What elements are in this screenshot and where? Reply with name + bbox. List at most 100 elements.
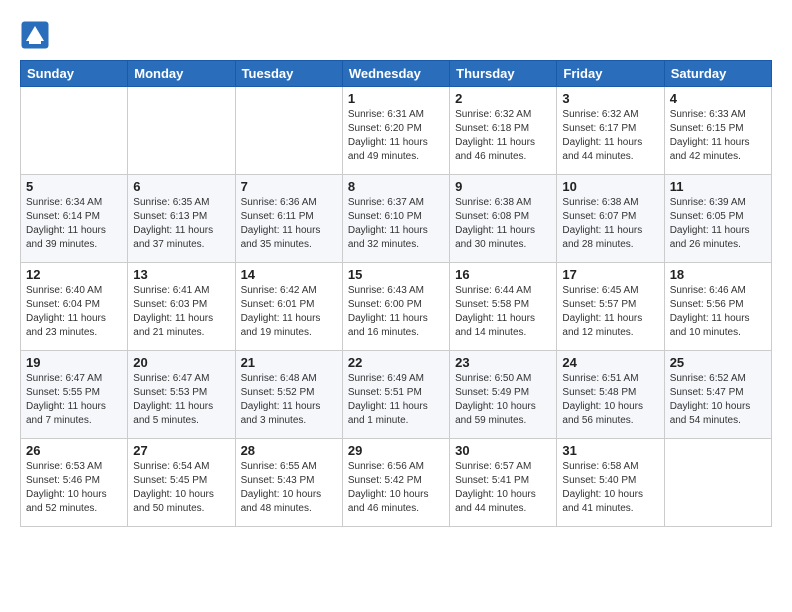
day-number: 16 xyxy=(455,267,551,282)
day-number: 14 xyxy=(241,267,337,282)
weekday-header-tuesday: Tuesday xyxy=(235,61,342,87)
calendar-cell xyxy=(235,87,342,175)
day-info: Sunrise: 6:35 AM Sunset: 6:13 PM Dayligh… xyxy=(133,196,229,252)
calendar-cell: 8 Sunrise: 6:37 AM Sunset: 6:10 PM Daylig… xyxy=(342,175,449,263)
day-number: 23 xyxy=(455,355,551,370)
day-info: Sunrise: 6:49 AM Sunset: 5:51 PM Dayligh… xyxy=(348,372,444,428)
day-number: 3 xyxy=(562,91,658,106)
day-number: 4 xyxy=(670,91,766,106)
day-number: 2 xyxy=(455,91,551,106)
day-info: Sunrise: 6:58 AM Sunset: 5:40 PM Dayligh… xyxy=(562,460,658,516)
calendar-cell: 6 Sunrise: 6:35 AM Sunset: 6:13 PM Daylig… xyxy=(128,175,235,263)
day-info: Sunrise: 6:50 AM Sunset: 5:49 PM Dayligh… xyxy=(455,372,551,428)
calendar-cell: 11 Sunrise: 6:39 AM Sunset: 6:05 PM Dayli… xyxy=(664,175,771,263)
day-number: 17 xyxy=(562,267,658,282)
day-number: 30 xyxy=(455,443,551,458)
logo xyxy=(20,20,54,50)
calendar-cell: 12 Sunrise: 6:40 AM Sunset: 6:04 PM Dayli… xyxy=(21,263,128,351)
day-number: 9 xyxy=(455,179,551,194)
calendar-cell: 17Sunrise: 6:45 AM Sunset: 5:57 PM Dayli… xyxy=(557,263,664,351)
day-number: 24 xyxy=(562,355,658,370)
calendar-cell: 24 Sunrise: 6:51 AM Sunset: 5:48 PM Dayli… xyxy=(557,351,664,439)
day-info: Sunrise: 6:38 AM Sunset: 6:08 PM Dayligh… xyxy=(455,196,551,252)
calendar-cell xyxy=(21,87,128,175)
calendar-cell: 21 Sunrise: 6:48 AM Sunset: 5:52 PM Dayli… xyxy=(235,351,342,439)
day-number: 8 xyxy=(348,179,444,194)
day-info: Sunrise: 6:41 AM Sunset: 6:03 PM Dayligh… xyxy=(133,284,229,340)
calendar-cell: 3 Sunrise: 6:32 AM Sunset: 6:17 PM Daylig… xyxy=(557,87,664,175)
day-number: 21 xyxy=(241,355,337,370)
day-number: 22 xyxy=(348,355,444,370)
day-info: Sunrise: 6:33 AM Sunset: 6:15 PM Dayligh… xyxy=(670,108,766,164)
day-number: 19 xyxy=(26,355,122,370)
week-row-3: 12 Sunrise: 6:40 AM Sunset: 6:04 PM Dayli… xyxy=(21,263,772,351)
day-info: Sunrise: 6:37 AM Sunset: 6:10 PM Dayligh… xyxy=(348,196,444,252)
day-number: 25 xyxy=(670,355,766,370)
weekday-header-friday: Friday xyxy=(557,61,664,87)
calendar-body: 1Sunrise: 6:31 AM Sunset: 6:20 PM Daylig… xyxy=(21,87,772,527)
day-number: 13 xyxy=(133,267,229,282)
weekday-header-monday: Monday xyxy=(128,61,235,87)
calendar-cell: 2 Sunrise: 6:32 AM Sunset: 6:18 PM Daylig… xyxy=(450,87,557,175)
calendar-cell: 23 Sunrise: 6:50 AM Sunset: 5:49 PM Dayli… xyxy=(450,351,557,439)
calendar-cell: 27Sunrise: 6:54 AM Sunset: 5:45 PM Dayli… xyxy=(128,439,235,527)
day-info: Sunrise: 6:34 AM Sunset: 6:14 PM Dayligh… xyxy=(26,196,122,252)
day-info: Sunrise: 6:32 AM Sunset: 6:18 PM Dayligh… xyxy=(455,108,551,164)
day-number: 29 xyxy=(348,443,444,458)
day-info: Sunrise: 6:40 AM Sunset: 6:04 PM Dayligh… xyxy=(26,284,122,340)
day-info: Sunrise: 6:42 AM Sunset: 6:01 PM Dayligh… xyxy=(241,284,337,340)
page-header xyxy=(20,20,772,50)
calendar-cell: 28Sunrise: 6:55 AM Sunset: 5:43 PM Dayli… xyxy=(235,439,342,527)
calendar-cell xyxy=(664,439,771,527)
day-number: 18 xyxy=(670,267,766,282)
day-info: Sunrise: 6:46 AM Sunset: 5:56 PM Dayligh… xyxy=(670,284,766,340)
calendar-cell: 14 Sunrise: 6:42 AM Sunset: 6:01 PM Dayli… xyxy=(235,263,342,351)
calendar-cell xyxy=(128,87,235,175)
weekday-header-thursday: Thursday xyxy=(450,61,557,87)
day-info: Sunrise: 6:51 AM Sunset: 5:48 PM Dayligh… xyxy=(562,372,658,428)
calendar-cell: 10Sunrise: 6:38 AM Sunset: 6:07 PM Dayli… xyxy=(557,175,664,263)
day-info: Sunrise: 6:47 AM Sunset: 5:53 PM Dayligh… xyxy=(133,372,229,428)
day-info: Sunrise: 6:48 AM Sunset: 5:52 PM Dayligh… xyxy=(241,372,337,428)
day-number: 11 xyxy=(670,179,766,194)
calendar-cell: 7Sunrise: 6:36 AM Sunset: 6:11 PM Daylig… xyxy=(235,175,342,263)
day-info: Sunrise: 6:47 AM Sunset: 5:55 PM Dayligh… xyxy=(26,372,122,428)
day-info: Sunrise: 6:56 AM Sunset: 5:42 PM Dayligh… xyxy=(348,460,444,516)
calendar-cell: 13 Sunrise: 6:41 AM Sunset: 6:03 PM Dayli… xyxy=(128,263,235,351)
day-info: Sunrise: 6:36 AM Sunset: 6:11 PM Dayligh… xyxy=(241,196,337,252)
week-row-4: 19 Sunrise: 6:47 AM Sunset: 5:55 PM Dayli… xyxy=(21,351,772,439)
calendar-cell: 1Sunrise: 6:31 AM Sunset: 6:20 PM Daylig… xyxy=(342,87,449,175)
calendar-cell: 15 Sunrise: 6:43 AM Sunset: 6:00 PM Dayli… xyxy=(342,263,449,351)
day-number: 10 xyxy=(562,179,658,194)
week-row-5: 26 Sunrise: 6:53 AM Sunset: 5:46 PM Dayli… xyxy=(21,439,772,527)
logo-icon xyxy=(20,20,50,50)
day-number: 27 xyxy=(133,443,229,458)
day-info: Sunrise: 6:32 AM Sunset: 6:17 PM Dayligh… xyxy=(562,108,658,164)
calendar-cell: 30 Sunrise: 6:57 AM Sunset: 5:41 PM Dayli… xyxy=(450,439,557,527)
day-number: 20 xyxy=(133,355,229,370)
day-number: 28 xyxy=(241,443,337,458)
week-row-1: 1Sunrise: 6:31 AM Sunset: 6:20 PM Daylig… xyxy=(21,87,772,175)
weekday-header-row: SundayMondayTuesdayWednesdayThursdayFrid… xyxy=(21,61,772,87)
calendar-cell: 9 Sunrise: 6:38 AM Sunset: 6:08 PM Daylig… xyxy=(450,175,557,263)
day-info: Sunrise: 6:43 AM Sunset: 6:00 PM Dayligh… xyxy=(348,284,444,340)
calendar-cell: 5Sunrise: 6:34 AM Sunset: 6:14 PM Daylig… xyxy=(21,175,128,263)
day-number: 12 xyxy=(26,267,122,282)
day-info: Sunrise: 6:52 AM Sunset: 5:47 PM Dayligh… xyxy=(670,372,766,428)
calendar-cell: 4 Sunrise: 6:33 AM Sunset: 6:15 PM Daylig… xyxy=(664,87,771,175)
day-number: 6 xyxy=(133,179,229,194)
day-number: 26 xyxy=(26,443,122,458)
calendar-cell: 31Sunrise: 6:58 AM Sunset: 5:40 PM Dayli… xyxy=(557,439,664,527)
weekday-header-wednesday: Wednesday xyxy=(342,61,449,87)
day-info: Sunrise: 6:53 AM Sunset: 5:46 PM Dayligh… xyxy=(26,460,122,516)
calendar-cell: 19 Sunrise: 6:47 AM Sunset: 5:55 PM Dayli… xyxy=(21,351,128,439)
day-info: Sunrise: 6:57 AM Sunset: 5:41 PM Dayligh… xyxy=(455,460,551,516)
calendar-cell: 26 Sunrise: 6:53 AM Sunset: 5:46 PM Dayli… xyxy=(21,439,128,527)
calendar-table: SundayMondayTuesdayWednesdayThursdayFrid… xyxy=(20,60,772,527)
day-info: Sunrise: 6:39 AM Sunset: 6:05 PM Dayligh… xyxy=(670,196,766,252)
calendar-cell: 22 Sunrise: 6:49 AM Sunset: 5:51 PM Dayli… xyxy=(342,351,449,439)
calendar-cell: 18 Sunrise: 6:46 AM Sunset: 5:56 PM Dayli… xyxy=(664,263,771,351)
day-number: 15 xyxy=(348,267,444,282)
calendar-cell: 16Sunrise: 6:44 AM Sunset: 5:58 PM Dayli… xyxy=(450,263,557,351)
weekday-header-saturday: Saturday xyxy=(664,61,771,87)
